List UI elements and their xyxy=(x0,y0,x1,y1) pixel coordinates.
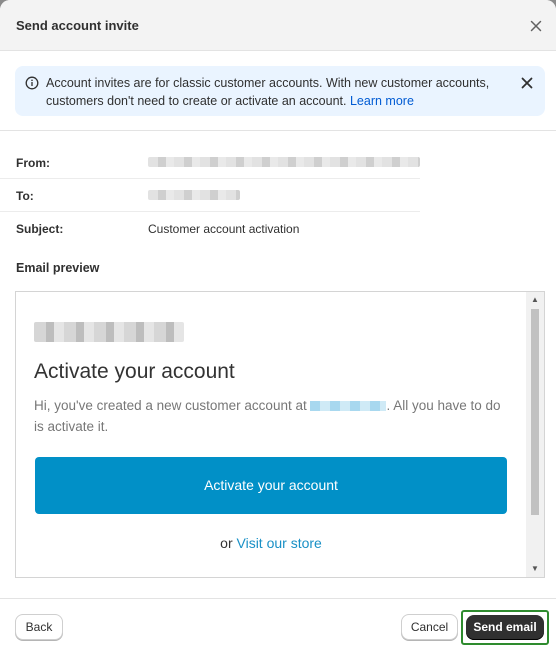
dialog-title: Send account invite xyxy=(16,18,139,33)
send-invite-dialog: Send account invite Account invites are … xyxy=(0,0,556,650)
scroll-down-arrow-icon[interactable]: ▼ xyxy=(526,561,544,577)
row-divider xyxy=(0,178,420,179)
email-preview-title: Email preview xyxy=(16,261,100,275)
divider xyxy=(0,130,556,131)
scroll-thumb[interactable] xyxy=(531,309,539,515)
activate-account-button[interactable]: Activate your account xyxy=(35,457,507,514)
dismiss-banner-icon[interactable] xyxy=(520,76,534,90)
email-body-start: Hi, you've created a new customer accoun… xyxy=(34,398,311,413)
send-email-button[interactable]: Send email xyxy=(466,615,544,640)
cancel-button[interactable]: Cancel xyxy=(401,614,458,640)
from-label: From: xyxy=(16,156,50,170)
scroll-up-arrow-icon[interactable]: ▲ xyxy=(526,292,544,308)
email-body: Hi, you've created a new customer accoun… xyxy=(34,395,514,437)
dialog-header: Send account invite xyxy=(0,0,556,51)
banner-text: Account invites are for classic customer… xyxy=(46,76,490,108)
footer-divider xyxy=(0,598,556,599)
info-icon xyxy=(25,76,39,90)
or-text: or xyxy=(220,535,237,551)
row-divider xyxy=(0,211,420,212)
from-value-redacted xyxy=(148,157,420,167)
subject-label: Subject: xyxy=(16,222,64,236)
visit-store-link[interactable]: Visit our store xyxy=(237,535,322,551)
email-preview-content: Activate your account Hi, you've created… xyxy=(16,292,526,577)
to-label: To: xyxy=(16,189,34,203)
send-email-focus-ring: Send email xyxy=(461,610,549,645)
info-banner: Account invites are for classic customer… xyxy=(15,66,545,116)
shop-name-redacted xyxy=(34,322,184,342)
subject-value: Customer account activation xyxy=(148,222,300,236)
preview-scrollbar[interactable]: ▲ ▼ xyxy=(526,292,544,577)
to-value-redacted xyxy=(148,190,240,200)
email-heading: Activate your account xyxy=(34,360,235,383)
learn-more-link[interactable]: Learn more xyxy=(350,94,414,108)
shop-link-redacted[interactable] xyxy=(310,401,387,412)
close-icon[interactable] xyxy=(528,18,544,34)
back-button[interactable]: Back xyxy=(15,614,63,640)
banner-message: Account invites are for classic customer… xyxy=(46,74,506,110)
email-preview-frame[interactable]: Activate your account Hi, you've created… xyxy=(15,291,545,578)
store-link-line: or Visit our store xyxy=(16,535,526,551)
